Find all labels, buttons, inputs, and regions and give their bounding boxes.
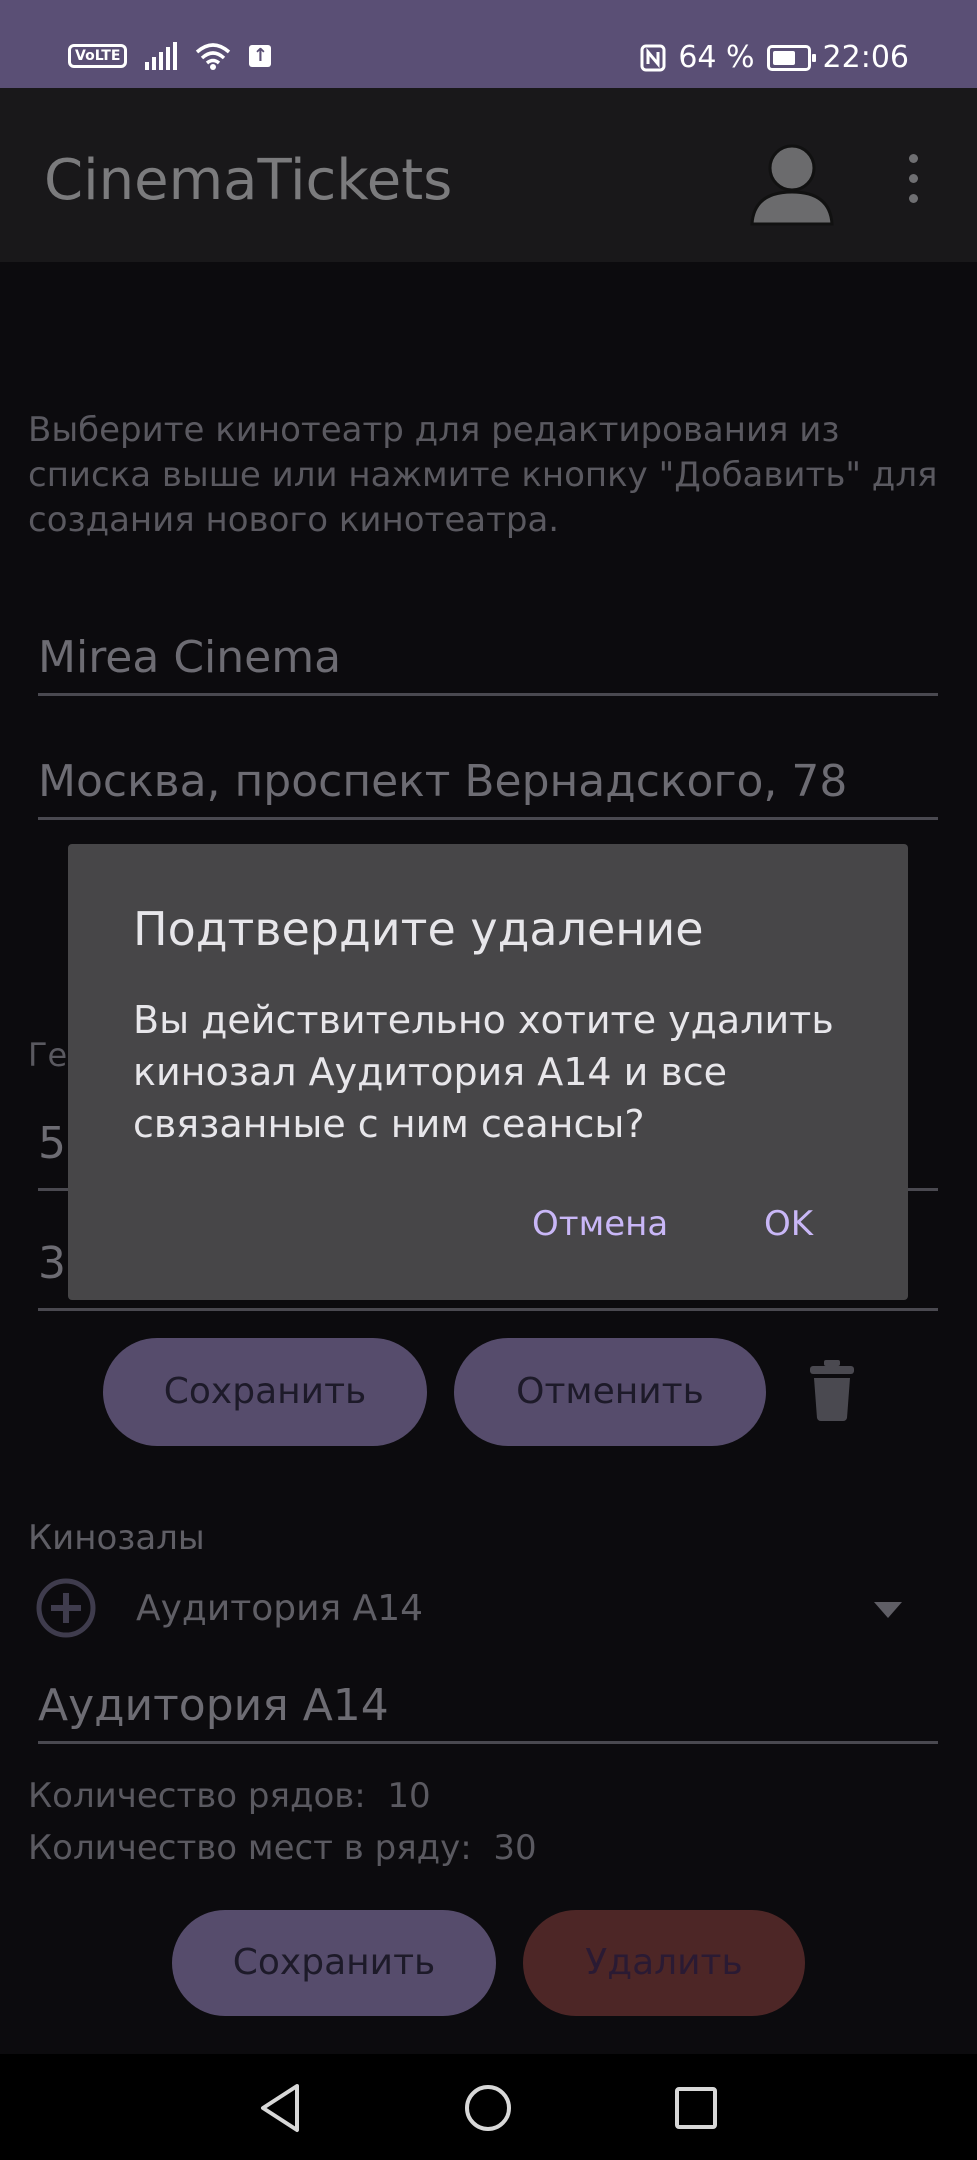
- hall-select[interactable]: Аудитория А14: [136, 1584, 916, 1640]
- hall-select-value: Аудитория А14: [136, 1588, 423, 1629]
- battery-icon: [766, 44, 816, 71]
- hall-delete-button[interactable]: Удалить: [523, 1910, 805, 2016]
- battery-percent: 64 %: [678, 40, 755, 75]
- add-circle-icon[interactable]: [36, 1578, 96, 1638]
- rows-label: Количество рядов:: [28, 1776, 366, 1816]
- home-icon[interactable]: [460, 2080, 516, 2136]
- rows-value: 10: [387, 1776, 431, 1816]
- volte-icon: VoLTE: [68, 44, 128, 68]
- status-bar: VoLTE ↑ 64 % 22:06: [0, 0, 977, 88]
- hall-save-button[interactable]: Сохранить: [172, 1910, 496, 2016]
- dialog-cancel-button[interactable]: Отмена: [532, 1204, 668, 1244]
- dialog-title: Подтвердите удаление: [133, 902, 704, 956]
- upload-icon: ↑: [249, 45, 272, 67]
- wifi-icon: [196, 43, 231, 70]
- cinema-address-input[interactable]: Москва, проспект Вернадского, 78: [38, 756, 938, 820]
- cinema-name-input[interactable]: Mirea Cinema: [38, 632, 938, 696]
- seats-label: Количество мест в ряду:: [28, 1828, 472, 1868]
- nfc-icon: [640, 44, 666, 71]
- trash-icon[interactable]: [806, 1358, 858, 1422]
- app-title: CinemaTickets: [44, 148, 453, 213]
- confirm-delete-dialog: Подтвердите удаление Вы действительно хо…: [68, 844, 908, 1300]
- navigation-bar: [0, 2054, 977, 2160]
- cinema-save-button[interactable]: Сохранить: [103, 1338, 427, 1446]
- halls-label: Кинозалы: [28, 1518, 205, 1558]
- recents-icon[interactable]: [668, 2080, 724, 2136]
- hall-name-input[interactable]: Аудитория А14: [38, 1680, 938, 1744]
- rows-count: Количество рядов: 10: [28, 1776, 431, 1816]
- more-options-icon[interactable]: [905, 154, 921, 204]
- seats-count: Количество мест в ряду: 30: [28, 1828, 537, 1868]
- cinema-cancel-button[interactable]: Отменить: [454, 1338, 766, 1446]
- dropdown-arrow-icon: [874, 1602, 902, 1618]
- back-icon[interactable]: [253, 2080, 309, 2136]
- app-bar: CinemaTickets: [0, 88, 977, 262]
- seats-value: 30: [493, 1828, 537, 1868]
- signal-icon: [145, 42, 178, 70]
- dialog-message: Вы действительно хотите удалить кинозал …: [133, 998, 834, 1146]
- clock: 22:06: [822, 40, 909, 75]
- dialog-ok-button[interactable]: OK: [764, 1204, 813, 1244]
- geo-label: Ге: [28, 1036, 68, 1074]
- hint-text: Выберите кинотеатр для редактирования из…: [28, 410, 938, 540]
- account-icon[interactable]: [748, 138, 836, 228]
